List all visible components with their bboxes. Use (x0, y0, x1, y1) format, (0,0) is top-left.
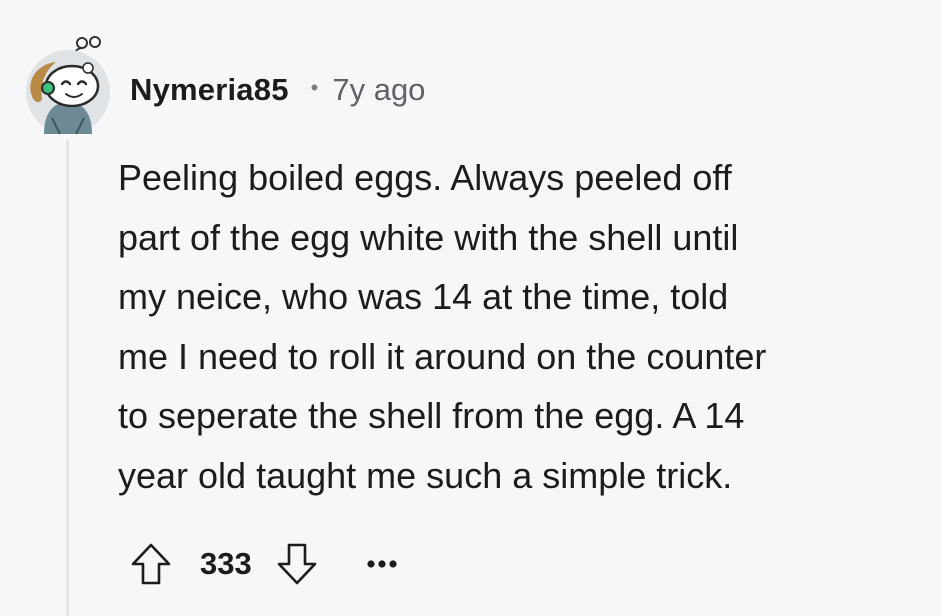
avatar[interactable] (22, 34, 114, 135)
comment-body: Peeling boiled eggs. Always peeled off p… (118, 157, 767, 496)
arrow-down-icon (277, 543, 317, 585)
upvote-button[interactable] (126, 536, 176, 592)
snoo-avatar-icon (26, 36, 110, 135)
username-link[interactable]: Nymeria85 (130, 72, 289, 108)
more-horizontal-icon (367, 560, 397, 568)
timestamp[interactable]: 7y ago (332, 72, 425, 108)
comment-header: Nymeria85 • 7y ago (130, 68, 425, 112)
arrow-up-icon (131, 543, 171, 585)
vote-score: 333 (200, 546, 252, 581)
comment-actions: 333 (126, 536, 404, 592)
more-options-button[interactable] (360, 536, 404, 592)
thread-line[interactable] (66, 140, 69, 616)
downvote-button[interactable] (272, 536, 322, 592)
separator-dot: • (310, 75, 319, 100)
